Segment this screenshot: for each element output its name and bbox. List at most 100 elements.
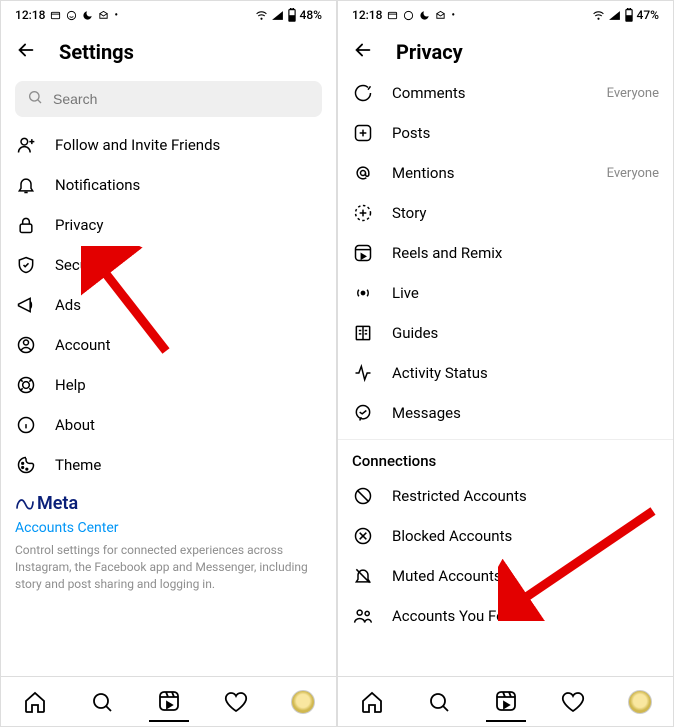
app-header: Privacy: [338, 29, 673, 73]
meta-logo: Meta: [15, 493, 322, 514]
settings-list: Follow and Invite Friends Notifications …: [1, 125, 336, 676]
row-label: Reels and Remix: [392, 244, 659, 262]
row-story[interactable]: Story: [338, 193, 673, 233]
row-notifications[interactable]: Notifications: [1, 165, 336, 205]
row-mentions[interactable]: Mentions Everyone: [338, 153, 673, 193]
nav-reels[interactable]: [149, 682, 189, 722]
row-label: Muted Accounts: [392, 567, 659, 585]
privacy-screen: 12:18 • 47% Privacy Comments Everyone Po…: [337, 0, 674, 727]
account-icon: [15, 335, 37, 355]
row-follow-invite[interactable]: Follow and Invite Friends: [1, 125, 336, 165]
notification-icon: [387, 10, 398, 21]
row-label: Privacy: [55, 216, 322, 234]
wifi-icon: [592, 9, 605, 22]
row-restricted[interactable]: Restricted Accounts: [338, 476, 673, 516]
search-input[interactable]: [53, 91, 310, 107]
status-bar: 12:18 • 48%: [1, 1, 336, 29]
nav-profile[interactable]: [620, 682, 660, 722]
live-icon: [352, 283, 374, 303]
row-label: Comments: [392, 84, 589, 102]
row-label: Ads: [55, 296, 322, 314]
follow-invite-icon: [15, 135, 37, 155]
battery-icon: [624, 8, 634, 22]
row-label: About: [55, 416, 322, 434]
whatsapp-icon: [403, 10, 414, 21]
row-label: Blocked Accounts: [392, 527, 659, 545]
search-box[interactable]: [15, 81, 322, 117]
row-accounts-follow[interactable]: Accounts You Follow: [338, 596, 673, 636]
nav-activity[interactable]: [216, 682, 256, 722]
moon-icon: [82, 10, 93, 21]
nav-search[interactable]: [419, 682, 459, 722]
row-help[interactable]: Help: [1, 365, 336, 405]
help-icon: [15, 375, 37, 395]
row-label: Live: [392, 284, 659, 302]
mail-icon: [435, 10, 446, 21]
nav-home[interactable]: [352, 682, 392, 722]
row-theme[interactable]: Theme: [1, 445, 336, 485]
avatar: [628, 690, 652, 714]
row-comments[interactable]: Comments Everyone: [338, 73, 673, 113]
row-activity-status[interactable]: Activity Status: [338, 353, 673, 393]
comments-icon: [352, 83, 374, 103]
avatar: [291, 690, 315, 714]
page-title: Privacy: [396, 40, 463, 64]
nav-home[interactable]: [15, 682, 55, 722]
row-privacy[interactable]: Privacy: [1, 205, 336, 245]
nav-reels[interactable]: [486, 682, 526, 722]
nav-profile[interactable]: [283, 682, 323, 722]
status-more-dot: •: [114, 10, 118, 21]
row-muted[interactable]: Muted Accounts: [338, 556, 673, 596]
back-button[interactable]: [15, 39, 37, 65]
ads-icon: [15, 295, 37, 315]
security-icon: [15, 255, 37, 275]
meta-block: Meta Accounts Center Control settings fo…: [1, 485, 336, 604]
row-label: Account: [55, 336, 322, 354]
row-label: Activity Status: [392, 364, 659, 382]
row-label: Accounts You Follow: [392, 607, 659, 625]
back-button[interactable]: [352, 39, 374, 65]
signal-icon: [608, 9, 621, 22]
page-title: Settings: [59, 40, 134, 64]
blocked-icon: [352, 526, 374, 546]
activity-status-icon: [352, 363, 374, 383]
row-about[interactable]: About: [1, 405, 336, 445]
section-connections: Connections: [338, 439, 673, 476]
story-icon: [352, 203, 374, 223]
accounts-center-link[interactable]: Accounts Center: [15, 520, 322, 536]
whatsapp-icon: [66, 10, 77, 21]
muted-icon: [352, 566, 374, 586]
privacy-icon: [15, 215, 37, 235]
row-blocked[interactable]: Blocked Accounts: [338, 516, 673, 556]
row-reels-remix[interactable]: Reels and Remix: [338, 233, 673, 273]
row-label: Security: [55, 256, 322, 274]
reels-remix-icon: [352, 243, 374, 263]
row-live[interactable]: Live: [338, 273, 673, 313]
moon-icon: [419, 10, 430, 21]
row-ads[interactable]: Ads: [1, 285, 336, 325]
mail-icon: [98, 10, 109, 21]
meta-brand-text: Meta: [37, 493, 78, 514]
notification-icon: [50, 10, 61, 21]
meta-description: Control settings for connected experienc…: [15, 542, 322, 592]
row-account[interactable]: Account: [1, 325, 336, 365]
row-guides[interactable]: Guides: [338, 313, 673, 353]
about-icon: [15, 415, 37, 435]
row-security[interactable]: Security: [1, 245, 336, 285]
row-label: Guides: [392, 324, 659, 342]
row-posts[interactable]: Posts: [338, 113, 673, 153]
posts-icon: [352, 123, 374, 143]
row-label: Follow and Invite Friends: [55, 136, 322, 154]
row-label: Story: [392, 204, 659, 222]
wifi-icon: [255, 9, 268, 22]
status-battery-pct: 48%: [300, 8, 322, 22]
nav-search[interactable]: [82, 682, 122, 722]
nav-activity[interactable]: [553, 682, 593, 722]
row-messages[interactable]: Messages: [338, 393, 673, 433]
status-time: 12:18: [15, 8, 45, 22]
bottom-nav: [338, 676, 673, 726]
row-label: Restricted Accounts: [392, 487, 659, 505]
mentions-icon: [352, 163, 374, 183]
signal-icon: [271, 9, 284, 22]
row-trail: Everyone: [607, 166, 659, 181]
